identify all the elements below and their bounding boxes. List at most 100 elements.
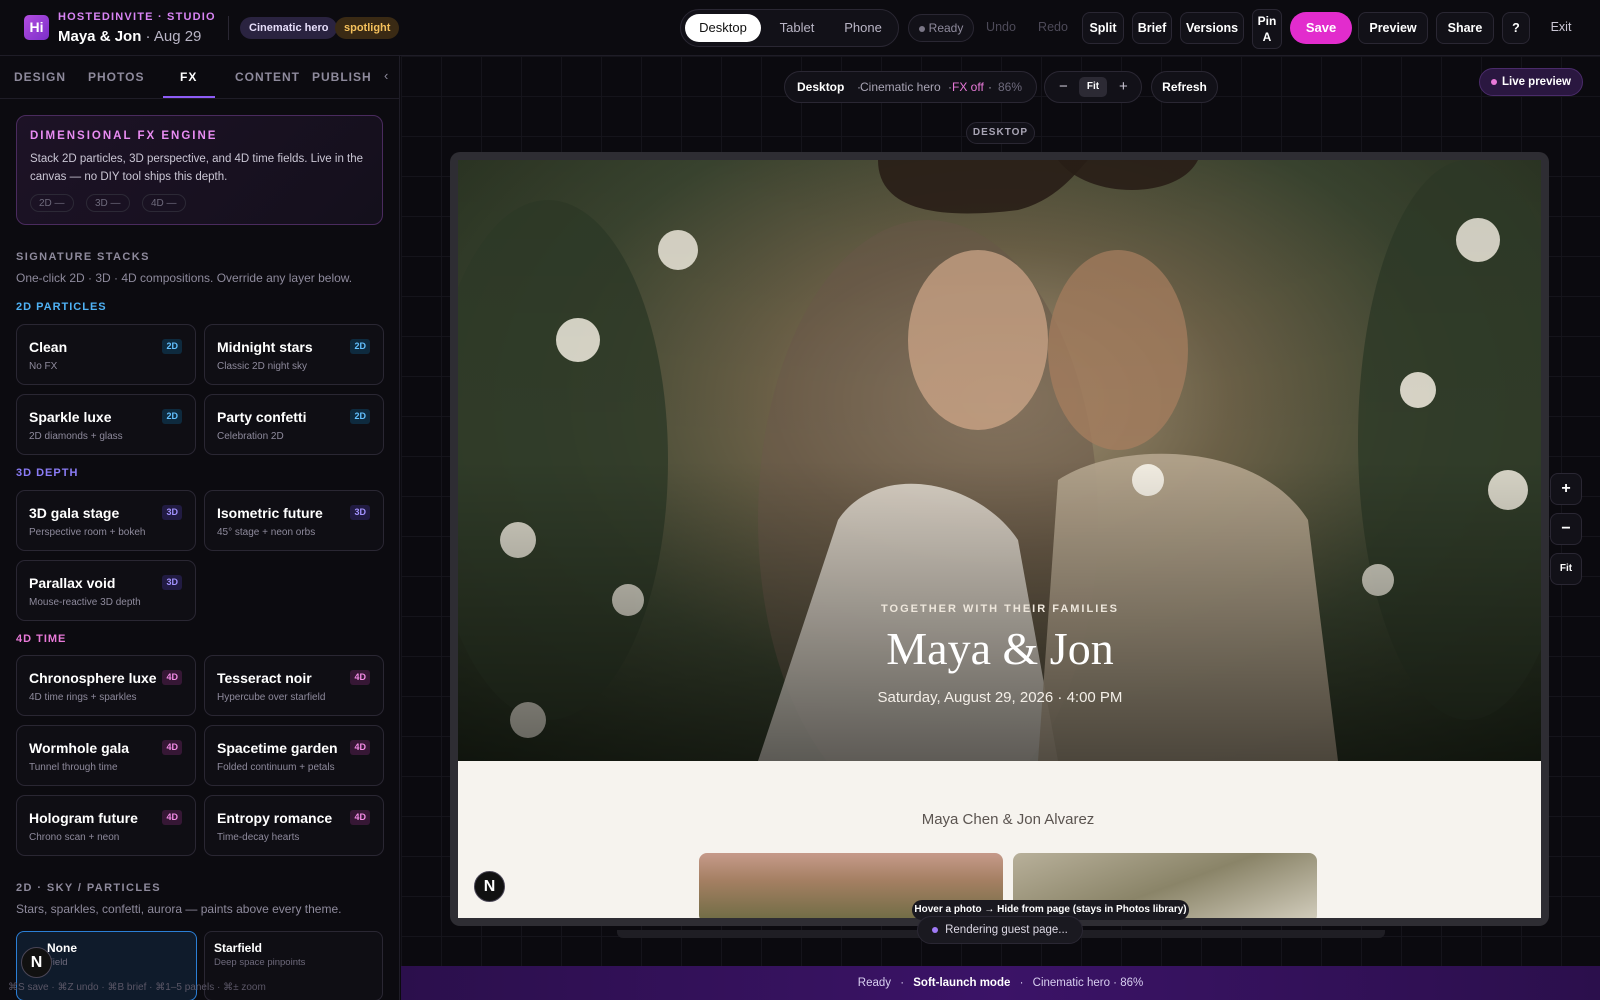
tab-fx[interactable]: FX [180, 70, 197, 84]
split-button[interactable]: Split [1082, 12, 1124, 44]
side-zoom-fit-button[interactable]: Fit [1550, 553, 1582, 585]
card-subtitle: Celebration 2D [217, 431, 284, 442]
exit-button[interactable]: Exit [1538, 12, 1584, 44]
fx-card-3d-gala-stage[interactable]: 3D gala stage Perspective room + bokeh 3… [16, 490, 196, 551]
tab-design[interactable]: DESIGN [14, 70, 66, 84]
invite-content-section: Maya Chen & Jon Alvarez [458, 761, 1541, 918]
sky-card-title: Starfield [214, 941, 263, 955]
status-theme-zoom: Cinematic hero · 86% [1032, 977, 1144, 989]
category-2d-label: 2D PARTICLES [16, 301, 107, 313]
card-badge: 4D [162, 670, 182, 685]
sky-card-title: None [47, 941, 77, 955]
assistant-badge-icon[interactable]: N [21, 947, 52, 978]
hero-couple-names: Maya & Jon [886, 623, 1114, 674]
status-sep: · [900, 977, 905, 989]
device-desktop-button[interactable]: Desktop [685, 14, 761, 42]
side-zoom-out-button[interactable]: − [1550, 513, 1582, 545]
hero-eyebrow: TOGETHER WITH THEIR FAMILIES [881, 603, 1119, 615]
card-subtitle: Mouse-reactive 3D depth [29, 597, 141, 608]
zoom-out-button[interactable]: − [1059, 72, 1068, 102]
sky-particles-description: Stars, sparkles, confetti, aurora — pain… [16, 902, 342, 916]
fx-card-midnight-stars[interactable]: Midnight stars Classic 2D night sky 2D [204, 324, 384, 385]
sky-card-subtitle: Deep space pinpoints [214, 957, 306, 968]
fx-card-isometric-future[interactable]: Isometric future 45° stage + neon orbs 3… [204, 490, 384, 551]
card-title: Chronosphere luxe [29, 670, 157, 686]
refresh-button[interactable]: Refresh [1151, 71, 1218, 103]
card-title: 3D gala stage [29, 505, 120, 521]
card-badge: 2D [350, 409, 370, 424]
brief-button[interactable]: Brief [1132, 12, 1172, 44]
keyboard-shortcuts-hint: ⌘S save · ⌘Z undo · ⌘B brief · ⌘1–5 pane… [8, 982, 266, 993]
zoom-controls: − Fit + [1044, 71, 1142, 103]
brand-eyebrow: HOSTEDINVITE · STUDIO [58, 11, 216, 23]
share-button[interactable]: Share [1436, 12, 1494, 44]
guest-page-preview[interactable]: Maya Chen & Jon Alvarez [458, 160, 1541, 918]
fx-card-sparkle-luxe[interactable]: Sparkle luxe 2D diamonds + glass 2D [16, 394, 196, 455]
desktop-device-frame: Maya Chen & Jon Alvarez TOGETHER WITH TH… [450, 152, 1549, 926]
card-title: Hologram future [29, 810, 138, 826]
tab-publish[interactable]: PUBLISH [312, 70, 372, 84]
fx-card-spacetime-garden[interactable]: Spacetime garden Folded continuum + peta… [204, 725, 384, 786]
fx-card-clean[interactable]: Clean No FX 2D [16, 324, 196, 385]
hero-date-time: Saturday, August 29, 2026 · 4:00 PM [877, 689, 1123, 706]
info-device: Desktop [797, 80, 845, 94]
signature-stacks-label: SIGNATURE STACKS [16, 251, 150, 263]
event-names: Maya & Jon [58, 28, 142, 45]
live-preview-toggle[interactable]: Live preview [1479, 68, 1583, 96]
preview-button[interactable]: Preview [1358, 12, 1428, 44]
side-zoom-in-button[interactable]: + [1550, 473, 1582, 505]
fx-chip-4d: 4D — [142, 194, 186, 212]
divider [228, 16, 229, 40]
status-bar: Ready · Soft-launch mode · Cinematic her… [401, 966, 1600, 1000]
rendering-status: Rendering guest page... [917, 916, 1083, 944]
card-subtitle: 2D diamonds + glass [29, 431, 123, 442]
card-badge: 4D [162, 740, 182, 755]
fx-card-chronosphere-luxe[interactable]: Chronosphere luxe 4D time rings + sparkl… [16, 655, 196, 716]
fx-card-party-confetti[interactable]: Party confetti Celebration 2D 2D [204, 394, 384, 455]
live-preview-label: Live preview [1501, 76, 1572, 88]
card-title: Entropy romance [217, 810, 333, 826]
card-badge: 4D [162, 810, 182, 825]
redo-button[interactable]: Redo [1035, 12, 1071, 44]
versions-button[interactable]: Versions [1180, 12, 1244, 44]
collapse-sidebar-icon[interactable]: ‹ [384, 68, 388, 83]
info-sep: · [988, 80, 992, 94]
category-4d-label: 4D TIME [16, 633, 67, 645]
help-button[interactable]: ? [1502, 12, 1530, 44]
device-phone-button[interactable]: Phone [831, 14, 895, 42]
card-title: Tesseract noir [217, 670, 312, 686]
save-button[interactable]: Save [1290, 12, 1352, 44]
fx-engine-card: DIMENSIONAL FX ENGINE Stack 2D particles… [16, 115, 383, 225]
fx-sidebar: DESIGN PHOTOS FX CONTENT PUBLISH ‹ DIMEN… [0, 56, 400, 1000]
tab-content[interactable]: CONTENT [235, 70, 300, 84]
card-title: Spacetime garden [217, 740, 338, 756]
card-subtitle: Tunnel through time [29, 762, 118, 773]
zoom-fit-button[interactable]: Fit [1079, 77, 1107, 97]
card-badge: 3D [350, 505, 370, 520]
live-dot-icon [1490, 78, 1497, 85]
theme-tag[interactable]: Cinematic hero [240, 17, 338, 39]
page-assistant-badge-icon[interactable]: N [474, 871, 505, 902]
tab-photos[interactable]: PHOTOS [88, 70, 144, 84]
fx-card-wormhole-gala[interactable]: Wormhole gala Tunnel through time 4D [16, 725, 196, 786]
card-title: Isometric future [217, 505, 323, 521]
fx-card-hologram-future[interactable]: Hologram future Chrono scan + neon 4D [16, 795, 196, 856]
undo-button[interactable]: Undo [983, 12, 1019, 44]
sidebar-tabs: DESIGN PHOTOS FX CONTENT PUBLISH ‹ [0, 56, 399, 99]
spotlight-tag[interactable]: spotlight [335, 17, 400, 39]
top-bar: Hi HOSTEDINVITE · STUDIO Maya & Jon · Au… [0, 0, 1600, 56]
fx-card-parallax-void[interactable]: Parallax void Mouse-reactive 3D depth 3D [16, 560, 196, 621]
fx-card-entropy-romance[interactable]: Entropy romance Time-decay hearts 4D [204, 795, 384, 856]
card-subtitle: Time-decay hearts [217, 832, 300, 843]
zoom-in-button[interactable]: + [1119, 72, 1128, 102]
pin-button[interactable]: Pin A [1252, 9, 1282, 49]
card-badge: 4D [350, 670, 370, 685]
fx-engine-title: DIMENSIONAL FX ENGINE [30, 130, 218, 142]
fx-engine-description: Stack 2D particles, 3D perspective, and … [30, 153, 364, 183]
save-status: Ready [908, 14, 974, 42]
preview-canvas: Desktop · Cinematic hero · FX off · 86% … [401, 56, 1600, 966]
fx-card-tesseract-noir[interactable]: Tesseract noir Hypercube over starfield … [204, 655, 384, 716]
device-tablet-button[interactable]: Tablet [765, 14, 829, 42]
card-badge: 3D [162, 575, 182, 590]
category-3d-label: 3D DEPTH [16, 467, 79, 479]
